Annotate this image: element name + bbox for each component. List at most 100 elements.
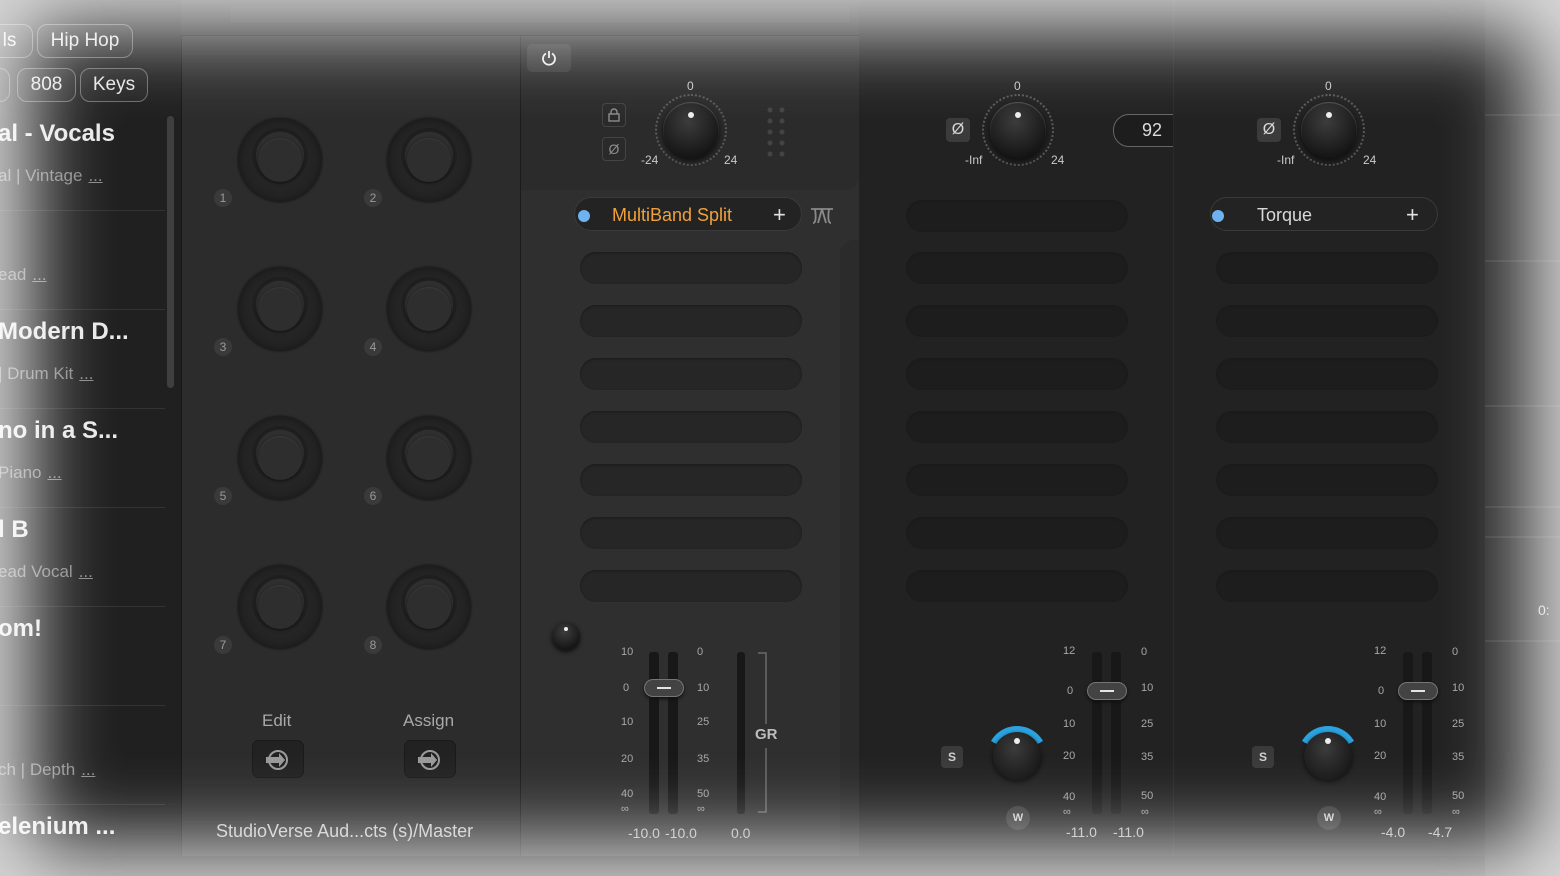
- preset-tags: ead Vocal...: [0, 562, 93, 581]
- insert-slot[interactable]: [580, 570, 802, 602]
- fader-scale-label: 40: [1374, 791, 1387, 803]
- preset-item[interactable]: elenium ...: [0, 805, 165, 856]
- lock-button[interactable]: [602, 103, 626, 127]
- preset-item[interactable]: om!: [0, 607, 165, 706]
- tag-button[interactable]: ls: [0, 24, 33, 58]
- track-divider: [1485, 114, 1560, 116]
- smart-knob-7[interactable]: [238, 565, 322, 649]
- insert-slot[interactable]: [1216, 517, 1438, 549]
- phase-icon: Ø: [951, 121, 965, 138]
- fader-track: [649, 652, 659, 814]
- width-button[interactable]: W: [1006, 806, 1030, 830]
- mix-knob[interactable]: [552, 622, 580, 650]
- split-icon[interactable]: [809, 205, 835, 225]
- solo-button[interactable]: S: [941, 746, 963, 768]
- smart-knob-3[interactable]: [238, 267, 322, 351]
- tag-hip-hop[interactable]: Hip Hop: [37, 24, 133, 58]
- plugin-name[interactable]: MultiBand Split: [612, 205, 732, 226]
- grip-dots-icon: [767, 107, 785, 157]
- knob-number: 6: [364, 487, 382, 505]
- insert-slot[interactable]: [1216, 570, 1438, 602]
- fader-track: [1422, 652, 1432, 814]
- knob-number: 2: [364, 189, 382, 207]
- insert-slot[interactable]: [580, 517, 802, 549]
- insert-slot[interactable]: [1216, 464, 1438, 496]
- preset-tags: ead...: [0, 265, 47, 284]
- smart-knob-6[interactable]: [387, 416, 471, 500]
- gain-knob[interactable]: [990, 102, 1046, 158]
- pan-knob[interactable]: [987, 726, 1047, 786]
- volume-fader[interactable]: [644, 679, 684, 697]
- tag-keys[interactable]: Keys: [80, 68, 148, 102]
- insert-active-indicator[interactable]: [578, 210, 590, 222]
- insert-slot[interactable]: [906, 358, 1128, 390]
- smart-knob-2[interactable]: [387, 118, 471, 202]
- insert-slot-torque[interactable]: [1210, 197, 1438, 231]
- insert-slot[interactable]: [580, 358, 802, 390]
- phase-invert-button[interactable]: Ø: [1257, 118, 1281, 142]
- insert-slot[interactable]: [906, 570, 1128, 602]
- fader-scale-label: 20: [621, 753, 634, 765]
- insert-slot[interactable]: [906, 411, 1128, 443]
- assign-button[interactable]: [404, 740, 456, 778]
- preset-item[interactable]: Modern D... | Drum Kit...: [0, 310, 165, 409]
- volume-fader[interactable]: [1087, 682, 1127, 700]
- assign-label: Assign: [403, 711, 455, 730]
- insert-slot[interactable]: [906, 517, 1128, 549]
- fader-scale-label: 10: [621, 646, 634, 658]
- insert-slot[interactable]: [1216, 411, 1438, 443]
- insert-slot[interactable]: [1216, 358, 1438, 390]
- preset-tags: Piano...: [0, 463, 62, 482]
- insert-slot[interactable]: [1216, 252, 1438, 284]
- meter-scale-label: 10: [1452, 682, 1465, 694]
- edit-button[interactable]: [252, 740, 304, 778]
- insert-slot[interactable]: [906, 464, 1128, 496]
- insert-slot[interactable]: [906, 305, 1128, 337]
- insert-slot[interactable]: [580, 464, 802, 496]
- fader-scale-label: 12: [1063, 645, 1076, 657]
- pan-knob[interactable]: [1298, 726, 1358, 786]
- insert-active-indicator[interactable]: [1212, 210, 1224, 222]
- width-button[interactable]: W: [1317, 806, 1341, 830]
- solo-button[interactable]: S: [1252, 746, 1274, 768]
- insert-slot[interactable]: [906, 200, 1128, 232]
- smart-knob-4[interactable]: [387, 267, 471, 351]
- insert-slot[interactable]: [580, 305, 802, 337]
- fader-scale-label: 20: [1063, 750, 1076, 762]
- smart-knob-1[interactable]: [238, 118, 322, 202]
- gain-knob[interactable]: [1301, 102, 1357, 158]
- power-button[interactable]: [527, 44, 571, 72]
- gain-max-label: 24: [1363, 153, 1377, 167]
- tag-button[interactable]: [0, 68, 10, 102]
- gr-meter: [737, 652, 745, 814]
- gain-knob[interactable]: [663, 102, 719, 158]
- plugin-name[interactable]: Torque: [1257, 205, 1312, 226]
- phase-invert-button[interactable]: Ø: [946, 118, 970, 142]
- phase-invert-button[interactable]: Ø: [602, 137, 626, 161]
- smart-knob-5[interactable]: [238, 416, 322, 500]
- fader-scale-label: 40: [621, 788, 634, 800]
- insert-slot[interactable]: [906, 252, 1128, 284]
- browser-scrollbar[interactable]: [167, 116, 174, 388]
- level-readout-left: -11.0: [1066, 824, 1097, 840]
- volume-fader[interactable]: [1398, 682, 1438, 700]
- preset-tags: [0, 661, 4, 681]
- preset-item[interactable]: no in a S... Piano...: [0, 409, 165, 508]
- preset-name: l B: [0, 516, 29, 543]
- add-plugin-button[interactable]: +: [1406, 202, 1419, 228]
- insert-slot[interactable]: [580, 411, 802, 443]
- preset-item[interactable]: ead...: [0, 211, 165, 310]
- tag-808[interactable]: 808: [17, 68, 76, 102]
- power-icon: [542, 51, 556, 66]
- add-plugin-button[interactable]: +: [773, 202, 786, 228]
- frequency-value[interactable]: 92: [1142, 120, 1162, 141]
- fader-scale-label: 40: [1063, 791, 1076, 803]
- insert-slot[interactable]: [580, 252, 802, 284]
- smart-knob-8[interactable]: [387, 565, 471, 649]
- preset-item[interactable]: l B ead Vocal...: [0, 508, 165, 607]
- insert-slot[interactable]: [1216, 305, 1438, 337]
- preset-item[interactable]: ch | Depth...: [0, 706, 165, 805]
- meter-scale-label: 35: [697, 753, 710, 765]
- preset-tags: ch | Depth...: [0, 760, 96, 779]
- preset-item[interactable]: al - Vocals al | Vintage...: [0, 112, 165, 211]
